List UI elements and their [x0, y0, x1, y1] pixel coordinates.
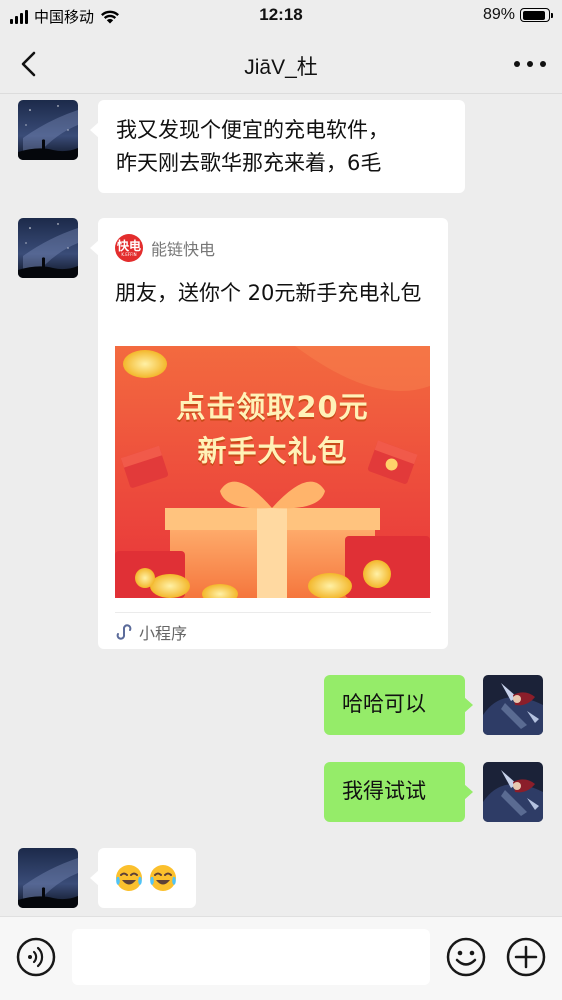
promo-subheadline: 新手大礼包 [197, 434, 348, 468]
night-sky-avatar-image [18, 848, 78, 908]
battery-percent: 89% [482, 6, 515, 23]
message-bubble-self[interactable]: 哈哈可以 [324, 675, 473, 735]
message-bubble-self[interactable]: 我得试试 [324, 762, 473, 822]
input-bar [0, 916, 562, 1000]
app-logo: 快电 K.EFFIN [115, 234, 143, 262]
emoji-smile-icon[interactable] [446, 937, 486, 977]
night-sky-avatar-image [18, 100, 78, 160]
chat-title: JiāV_杜 [244, 56, 318, 79]
self-avatar[interactable] [483, 675, 543, 735]
emoji-row [114, 861, 180, 895]
promo-banner[interactable]: 点击领取20元 新手大礼包 [115, 346, 430, 598]
card-footer: 小程序 [115, 620, 187, 644]
message-text: 哈哈可以 [342, 692, 426, 716]
status-bar: 中国移动 12:18 89% [0, 0, 562, 34]
message-line: 昨天刚去歌华那充来着，6毛 [116, 151, 382, 175]
battery-level [522, 10, 545, 20]
character-avatar-image [483, 675, 543, 735]
card-header: 快电 K.EFFIN 能链快电 [115, 234, 215, 262]
self-avatar[interactable] [483, 762, 543, 822]
contact-avatar[interactable] [18, 100, 78, 160]
mini-program-card[interactable]: 快电 K.EFFIN 能链快电 朋友，送你个 20元新手充电礼包 点击领取20元… [90, 218, 448, 649]
mini-program-label: 小程序 [139, 624, 188, 643]
message-bubble[interactable]: 我又发现个便宜的充电软件， 昨天刚去歌华那充来着，6毛 [90, 100, 465, 193]
mini-program-icon [116, 624, 132, 640]
promo-headline: 点击领取20元 [176, 390, 369, 424]
message-line: 我又发现个便宜的充电软件， [116, 118, 389, 142]
character-avatar-image [483, 762, 543, 822]
message-text: 我得试试 [342, 779, 426, 803]
status-time: 12:18 [259, 5, 303, 24]
plus-circle-icon[interactable] [506, 937, 546, 977]
contact-avatar[interactable] [18, 848, 78, 908]
night-sky-avatar-image [18, 218, 78, 278]
card-divider [115, 612, 431, 613]
message-input[interactable] [72, 929, 430, 985]
tears-of-joy-emoji [116, 865, 142, 891]
voice-icon[interactable] [16, 937, 56, 977]
app-name: 能链快电 [151, 240, 216, 259]
nav-bar: JiāV_杜 [0, 34, 562, 94]
contact-avatar[interactable] [18, 218, 78, 278]
more-dots-icon[interactable] [514, 54, 546, 74]
status-right: 89% [482, 6, 553, 24]
card-title: 朋友，送你个 20元新手充电礼包 [115, 281, 422, 305]
tears-of-joy-emoji [150, 865, 176, 891]
battery-icon [520, 8, 553, 22]
message-bubble[interactable] [90, 848, 196, 908]
